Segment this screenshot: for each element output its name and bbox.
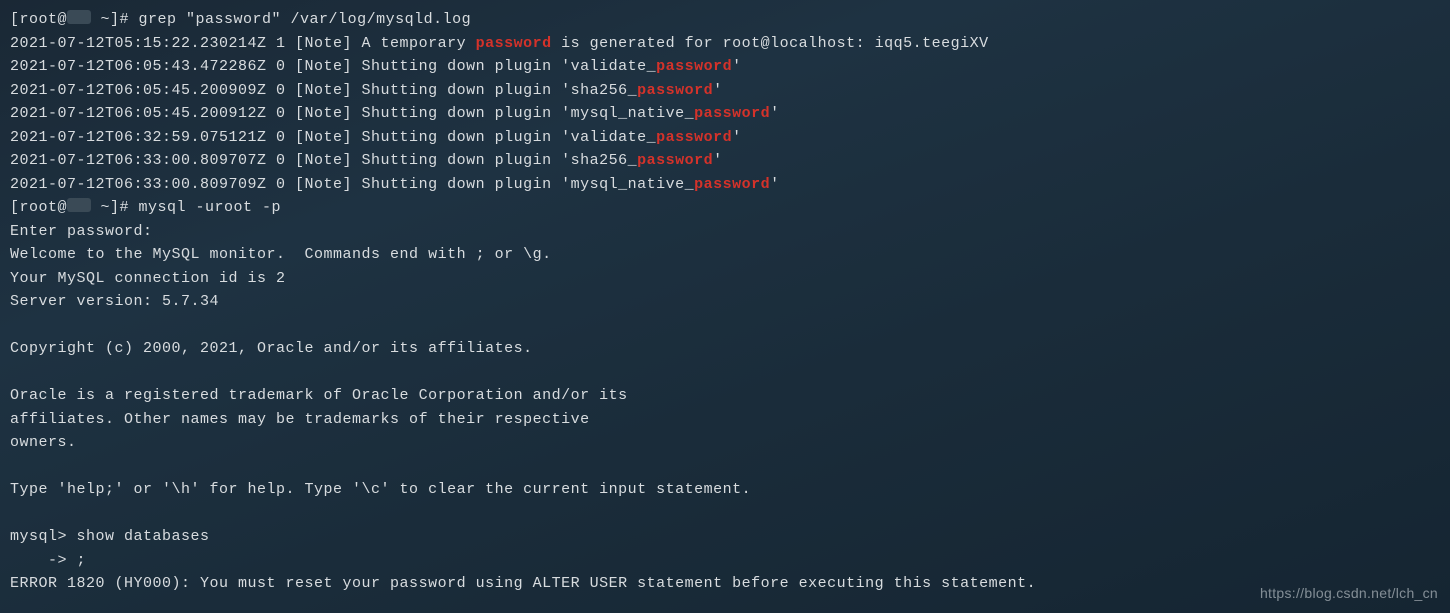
grep-result-line: 2021-07-12T06:32:59.075121Z 0 [Note] Shu… xyxy=(10,129,742,146)
grep-result-line: 2021-07-12T05:15:22.230214Z 1 [Note] A t… xyxy=(10,35,989,52)
command-grep: grep "password" /var/log/mysqld.log xyxy=(139,11,472,28)
grep-post: is generated for root@localhost: iqq5.te… xyxy=(552,35,989,52)
grep-post: ' xyxy=(713,152,723,169)
grep-post: ' xyxy=(732,58,742,75)
grep-pre: 2021-07-12T06:05:45.200909Z 0 [Note] Shu… xyxy=(10,82,637,99)
grep-pre: 2021-07-12T06:33:00.809709Z 0 [Note] Shu… xyxy=(10,176,694,193)
grep-post: ' xyxy=(732,129,742,146)
grep-post: ' xyxy=(770,176,780,193)
grep-post: ' xyxy=(713,82,723,99)
grep-pre: 2021-07-12T06:05:43.472286Z 0 [Note] Shu… xyxy=(10,58,656,75)
highlight-password: password xyxy=(637,152,713,169)
grep-pre: 2021-07-12T06:33:00.809707Z 0 [Note] Shu… xyxy=(10,152,637,169)
prompt-user-host: [root@ xyxy=(10,11,67,28)
watermark-text: https://blog.csdn.net/lch_cn xyxy=(1260,582,1438,606)
grep-pre: 2021-07-12T05:15:22.230214Z 1 [Note] A t… xyxy=(10,35,476,52)
grep-result-line: 2021-07-12T06:05:45.200909Z 0 [Note] Shu… xyxy=(10,82,723,99)
highlight-password: password xyxy=(476,35,552,52)
prompt-suffix: ~]# xyxy=(91,199,139,216)
highlight-password: password xyxy=(637,82,713,99)
highlight-password: password xyxy=(694,105,770,122)
grep-result-line: 2021-07-12T06:33:00.809709Z 0 [Note] Shu… xyxy=(10,176,780,193)
prompt-line-2: [root@ ~]# mysql -uroot -p xyxy=(10,199,281,216)
prompt-line-1: [root@ ~]# grep "password" /var/log/mysq… xyxy=(10,11,471,28)
prompt-suffix: ~]# xyxy=(91,11,139,28)
redacted-host xyxy=(67,198,91,212)
grep-post: ' xyxy=(770,105,780,122)
grep-result-line: 2021-07-12T06:05:43.472286Z 0 [Note] Shu… xyxy=(10,58,742,75)
command-mysql: mysql -uroot -p xyxy=(139,199,282,216)
mysql-session-output: Enter password: Welcome to the MySQL mon… xyxy=(10,223,1036,593)
grep-pre: 2021-07-12T06:05:45.200912Z 0 [Note] Shu… xyxy=(10,105,694,122)
highlight-password: password xyxy=(694,176,770,193)
grep-result-line: 2021-07-12T06:05:45.200912Z 0 [Note] Shu… xyxy=(10,105,780,122)
terminal-output[interactable]: [root@ ~]# grep "password" /var/log/mysq… xyxy=(0,0,1450,604)
prompt-user-host: [root@ xyxy=(10,199,67,216)
highlight-password: password xyxy=(656,129,732,146)
highlight-password: password xyxy=(656,58,732,75)
redacted-host xyxy=(67,10,91,24)
grep-pre: 2021-07-12T06:32:59.075121Z 0 [Note] Shu… xyxy=(10,129,656,146)
grep-result-line: 2021-07-12T06:33:00.809707Z 0 [Note] Shu… xyxy=(10,152,723,169)
